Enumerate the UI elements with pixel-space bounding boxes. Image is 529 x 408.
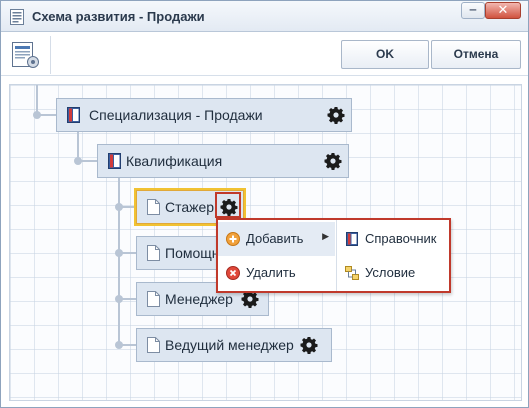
connector-dot (33, 111, 41, 119)
dialog-window: Схема развития - Продажи ‒ ✕ OK Отмена С… (0, 0, 529, 408)
page-icon (147, 291, 160, 307)
book-icon (108, 153, 121, 169)
menu-item-label: Условие (365, 265, 416, 280)
tree-node-specialization[interactable]: Специализация - Продажи (56, 98, 352, 132)
document-settings-icon[interactable] (9, 40, 41, 70)
remove-circle-icon (226, 266, 240, 280)
menu-item-label: Справочник (365, 231, 437, 246)
context-menu-main: Добавить ▶ Удалить (218, 220, 335, 291)
connector-dot (115, 249, 123, 257)
context-submenu: Справочник Условие (336, 220, 449, 291)
gear-icon[interactable] (300, 336, 318, 354)
context-menu: Добавить ▶ Удалить Справочник Условие (216, 218, 451, 293)
close-button[interactable]: ✕ (485, 2, 521, 19)
form-icon (10, 9, 24, 25)
menu-item-label: Удалить (246, 265, 296, 280)
node-label: Специализация - Продажи (89, 107, 263, 123)
minimize-icon: ‒ (469, 2, 477, 16)
title-bar: Схема развития - Продажи ‒ ✕ (1, 1, 528, 32)
add-circle-icon (226, 232, 240, 246)
page-icon (147, 199, 160, 215)
window-title: Схема развития - Продажи (32, 9, 205, 24)
node-label: Квалификация (126, 153, 223, 169)
submenu-arrow-icon: ▶ (322, 231, 329, 241)
gear-highlight (215, 192, 241, 218)
minimize-button[interactable]: ‒ (461, 2, 485, 19)
menu-item-label: Добавить (246, 231, 304, 246)
connector-dot (74, 157, 82, 165)
gear-icon[interactable] (327, 106, 345, 124)
toolbar-separator (50, 36, 51, 74)
tree-node-qualification[interactable]: Квалификация (97, 144, 349, 178)
tree-node-assistant[interactable]: Помощн (136, 236, 226, 270)
page-icon (147, 245, 160, 261)
connector-dot (115, 341, 123, 349)
menu-item-add[interactable]: Добавить ▶ (218, 222, 335, 256)
node-label: Ведущий менеджер (165, 337, 294, 353)
node-label: Стажер (165, 199, 215, 215)
gear-icon[interactable] (324, 152, 342, 170)
book-icon (67, 107, 80, 123)
node-label: Менеджер (165, 291, 233, 307)
connector-dot (115, 295, 123, 303)
connector-dot (115, 203, 123, 211)
menu-item-remove[interactable]: Удалить (218, 256, 335, 290)
condition-icon (345, 266, 359, 280)
cancel-button[interactable]: Отмена (431, 40, 521, 69)
tree-node-senior-manager[interactable]: Ведущий менеджер (136, 328, 332, 362)
toolbar: OK Отмена (1, 32, 528, 76)
submenu-item-directory[interactable]: Справочник (337, 222, 449, 256)
ok-button[interactable]: OK (341, 40, 429, 69)
book-icon (346, 232, 358, 246)
page-icon (147, 337, 160, 353)
close-icon: ✕ (497, 2, 509, 17)
node-label: Помощн (165, 245, 220, 261)
submenu-item-condition[interactable]: Условие (337, 256, 449, 290)
